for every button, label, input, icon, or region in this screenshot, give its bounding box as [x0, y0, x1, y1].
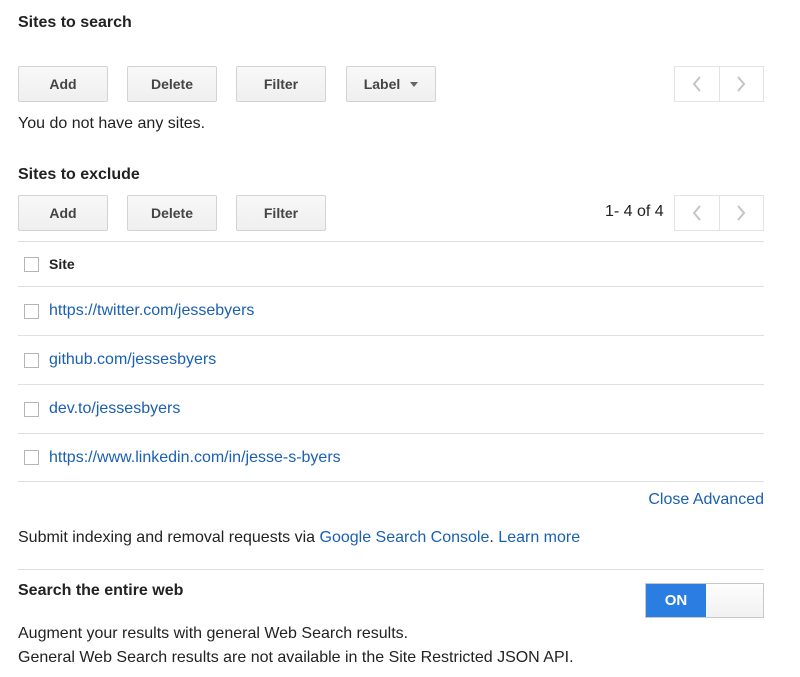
chevron-right-icon [737, 205, 746, 221]
sites-to-exclude-title: Sites to exclude [18, 166, 140, 183]
learn-more-link[interactable]: Learn more [498, 529, 580, 546]
exclude-filter-button[interactable]: Filter [236, 195, 326, 231]
table-row: https://twitter.com/jessebyers [18, 286, 764, 335]
search-filter-button[interactable]: Filter [236, 66, 326, 102]
site-link[interactable]: https://twitter.com/jessebyers [49, 302, 254, 320]
search-add-button[interactable]: Add [18, 66, 108, 102]
entire-web-description: Augment your results with general Web Se… [18, 625, 409, 642]
row-checkbox[interactable] [24, 352, 39, 368]
search-label-dropdown[interactable]: Label [346, 66, 436, 102]
row-checkbox[interactable] [24, 450, 39, 465]
search-console-link[interactable]: Google Search Console [320, 529, 490, 546]
close-advanced-link[interactable]: Close Advanced [648, 491, 764, 509]
site-link[interactable]: dev.to/jessesbyers [49, 400, 180, 418]
search-pager [674, 66, 764, 102]
table-row: github.com/jessesbyers [18, 335, 764, 384]
exclude-pager [674, 195, 764, 231]
row-checkbox[interactable] [24, 303, 39, 319]
indexing-info: Submit indexing and removal requests via… [18, 529, 580, 547]
label-dropdown-text: Label [363, 76, 401, 92]
table-header-row: Site [18, 241, 764, 286]
entire-web-note: General Web Search results are not avail… [18, 649, 574, 666]
site-column-header: Site [49, 256, 75, 272]
table-row: https://www.linkedin.com/in/jesse-s-byer… [18, 433, 764, 482]
chevron-left-icon [692, 76, 701, 92]
indexing-text: Submit indexing and removal requests via [18, 529, 320, 546]
exclude-prev-page-button[interactable] [675, 196, 719, 230]
select-all-checkbox[interactable] [24, 256, 39, 272]
entire-web-toggle[interactable]: ON [645, 583, 764, 618]
table-row: dev.to/jessesbyers [18, 384, 764, 433]
chevron-left-icon [692, 205, 701, 221]
entire-web-title: Search the entire web [18, 582, 184, 599]
indexing-separator: . [489, 529, 494, 546]
sites-to-search-title: Sites to search [18, 14, 132, 31]
excluded-sites-table: Site https://twitter.com/jessebyers gith… [18, 241, 764, 482]
section-divider [18, 569, 764, 570]
toggle-knob [706, 584, 763, 617]
row-checkbox[interactable] [24, 401, 39, 417]
site-link[interactable]: github.com/jessesbyers [49, 351, 216, 369]
chevron-right-icon [737, 76, 746, 92]
exclude-add-button[interactable]: Add [18, 195, 108, 231]
no-sites-message: You do not have any sites. [18, 115, 206, 132]
search-delete-button[interactable]: Delete [127, 66, 217, 102]
search-next-page-button[interactable] [718, 67, 764, 101]
site-link[interactable]: https://www.linkedin.com/in/jesse-s-byer… [49, 449, 341, 467]
exclude-delete-button[interactable]: Delete [127, 195, 217, 231]
exclude-next-page-button[interactable] [718, 196, 764, 230]
pagination-count: 1- 4 of 4 [605, 203, 664, 220]
search-prev-page-button[interactable] [675, 67, 719, 101]
toggle-on-label: ON [646, 584, 706, 617]
caret-down-icon [410, 81, 419, 87]
